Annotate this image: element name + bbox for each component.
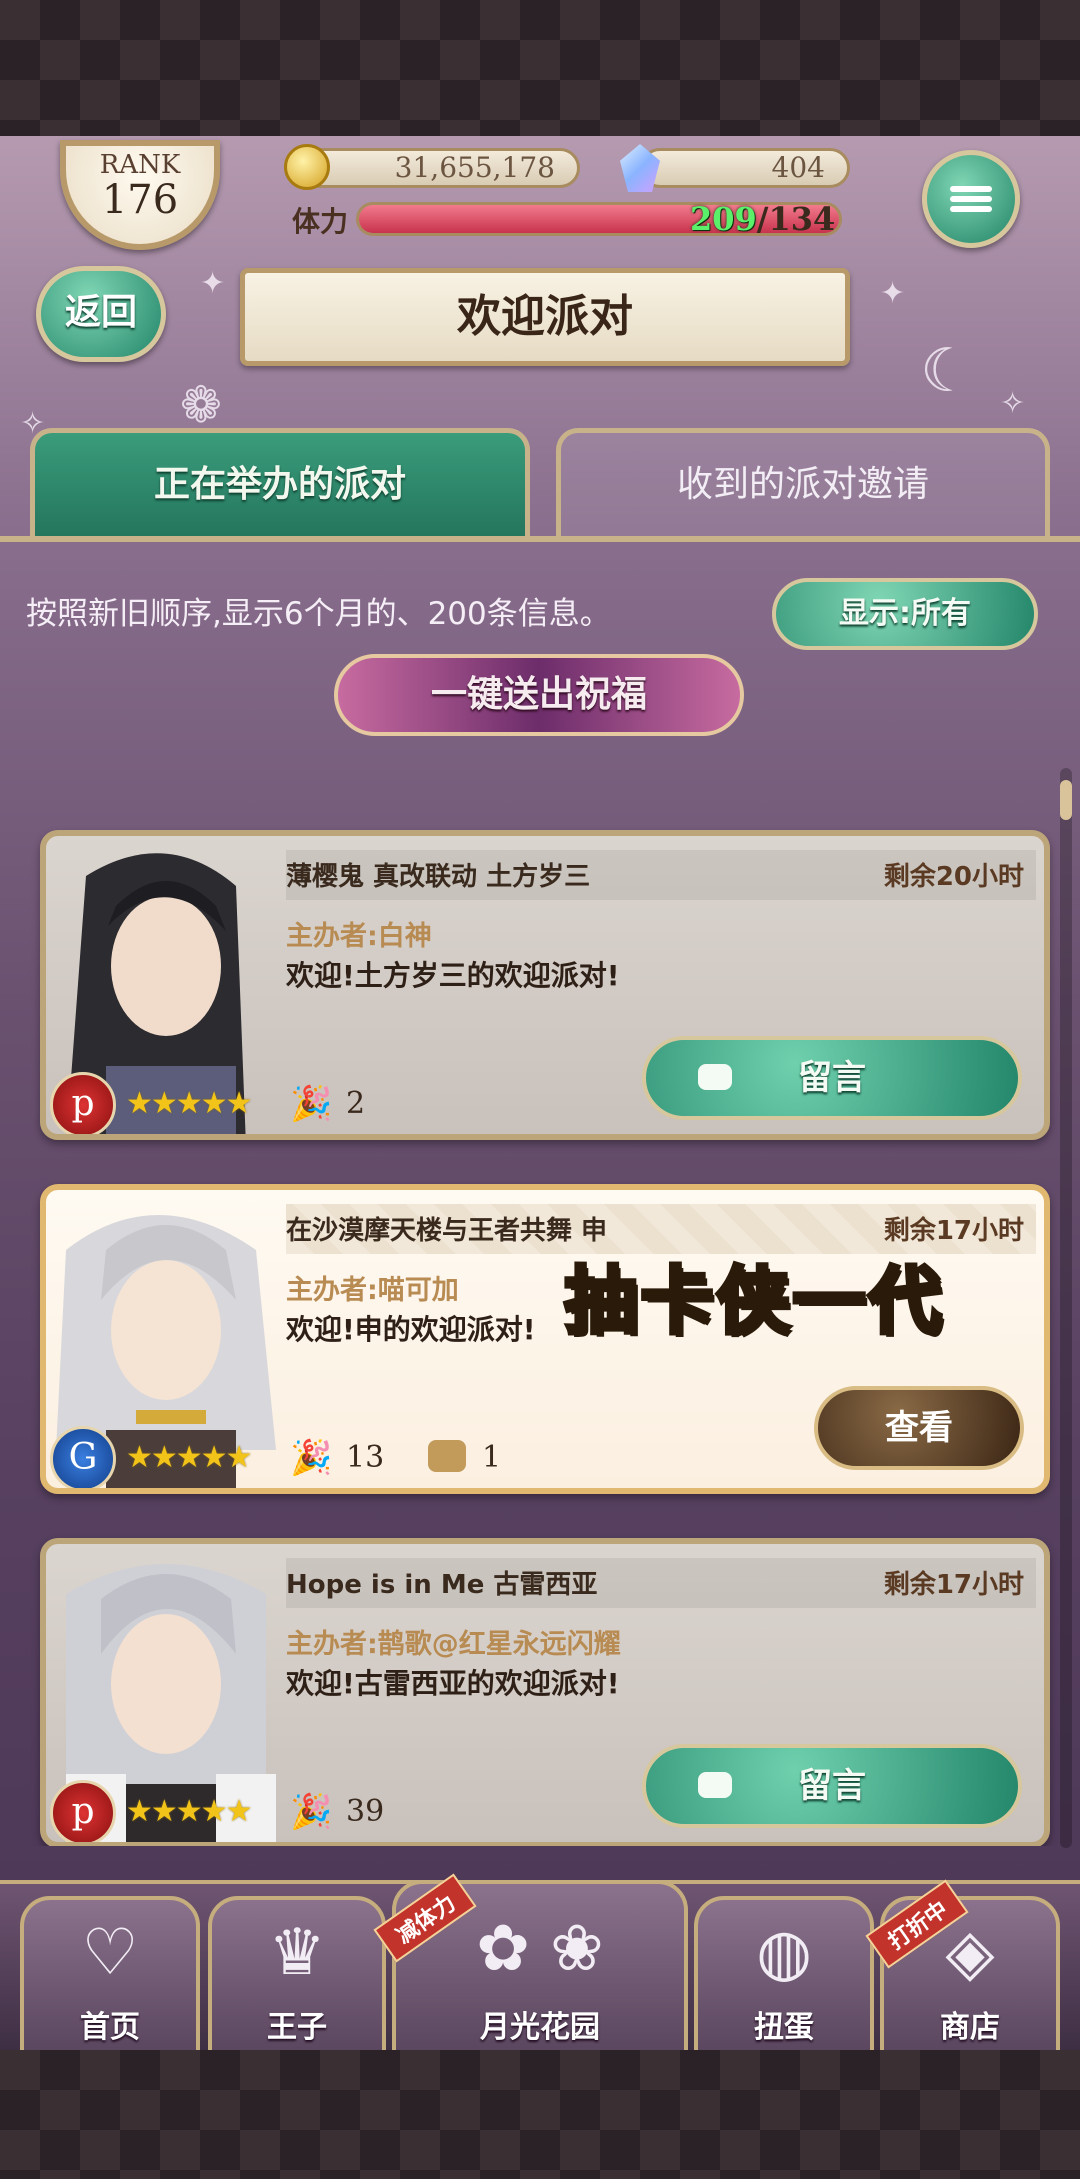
hamburger-icon <box>950 182 992 216</box>
rank-value: 176 <box>101 177 179 223</box>
sparkle-icon: ✧ <box>1000 386 1026 421</box>
event-title: Hope is in Me 古雷西亚 <box>286 1570 598 1600</box>
back-button[interactable]: 返回 <box>36 266 166 362</box>
comment-icon <box>428 1440 466 1472</box>
time-remaining: 剩余17小时 <box>883 1570 1024 1600</box>
welcome-message: 欢迎!申的欢迎派对! <box>286 1313 536 1346</box>
stamina-current: 209 <box>690 200 757 238</box>
tab-hosting-parties[interactable]: 正在举办的派对 <box>30 428 530 538</box>
coin-icon <box>284 144 330 190</box>
party-popper-icon: 🎉 <box>290 1792 333 1832</box>
rarity-stars: ★★★★★ <box>126 1440 252 1475</box>
welcome-message: 欢迎!土方岁三的欢迎派对! <box>286 959 620 992</box>
rarity-stars: ★★★★★ <box>126 1794 252 1829</box>
send-blessings-button[interactable]: 一键送出祝福 <box>334 654 744 736</box>
p-badge-icon: p <box>50 1780 116 1842</box>
nav-label: 扭蛋 <box>754 2010 814 2045</box>
nav-gacha[interactable]: ◍ 扭蛋 <box>694 1896 874 2056</box>
popper-count: 2 <box>346 1086 366 1121</box>
speech-bubble-icon <box>698 1772 732 1798</box>
stamina-readout: 209/134 <box>690 200 835 238</box>
gem-counter: 404 <box>640 148 850 188</box>
sparkle-icon: ✦ <box>200 266 226 301</box>
moon-icon: ☾ <box>920 336 974 406</box>
nav-label: 商店 <box>940 2010 1000 2045</box>
nav-prince[interactable]: ♛ 王子 <box>208 1896 386 2056</box>
party-popper-icon: 🎉 <box>290 1084 333 1124</box>
bottom-pattern-band <box>0 2050 1080 2179</box>
nav-home[interactable]: ♡ 首页 <box>20 1896 200 2056</box>
nav-label: 月光花园 <box>480 2010 600 2045</box>
scrollbar-thumb[interactable] <box>1060 780 1072 820</box>
rarity-stars: ★★★★★ <box>126 1086 252 1121</box>
comment-count: 1 <box>482 1440 502 1475</box>
top-pattern-band <box>0 0 1080 140</box>
rank-label: RANK <box>99 150 181 180</box>
party-card[interactable]: Hope is in Me 古雷西亚 剩余17小时 主办者:鹊歌@红星永远闪耀 … <box>40 1538 1050 1846</box>
flower-icon: ❁ <box>180 376 222 434</box>
view-button[interactable]: 查看 <box>814 1386 1024 1470</box>
host-name: 主办者:喵可加 <box>286 1275 459 1306</box>
info-text: 按照新旧顺序,显示6个月的、200条信息。 <box>26 596 611 632</box>
time-remaining: 剩余20小时 <box>883 862 1024 892</box>
welcome-message: 欢迎!古雷西亚的欢迎派对! <box>286 1667 620 1700</box>
leave-message-button[interactable]: 留言 <box>642 1744 1022 1828</box>
popper-count: 39 <box>346 1794 385 1829</box>
host-name: 主办者:鹊歌@红星永远闪耀 <box>286 1629 621 1660</box>
event-title: 薄樱鬼 真改联动 土方岁三 <box>286 862 591 892</box>
page-title: 欢迎派对 <box>240 268 850 366</box>
coin-counter: 31,655,178 <box>300 148 580 188</box>
gacha-icon: ◍ <box>756 1916 812 1990</box>
stamina-max: /134 <box>756 200 836 238</box>
menu-button[interactable] <box>922 150 1020 248</box>
sparkle-icon: ✦ <box>880 276 906 311</box>
g-badge-icon: G <box>50 1426 116 1488</box>
host-name: 主办者:白神 <box>286 921 432 952</box>
p-badge-icon: p <box>50 1072 116 1134</box>
button-label: 留言 <box>798 1766 866 1806</box>
filter-button[interactable]: 显示:所有 <box>772 578 1038 650</box>
event-title: 在沙漠摩天楼与王者共舞 申 <box>286 1216 608 1246</box>
party-popper-icon: 🎉 <box>290 1438 333 1478</box>
tab-divider <box>0 536 1080 542</box>
button-label: 留言 <box>798 1058 866 1098</box>
stamina-label: 体力 <box>292 205 349 238</box>
party-card[interactable]: 薄樱鬼 真改联动 土方岁三 剩余20小时 主办者:白神 欢迎!土方岁三的欢迎派对… <box>40 830 1050 1140</box>
heart-icon: ♡ <box>81 1916 139 1990</box>
leave-message-button[interactable]: 留言 <box>642 1036 1022 1120</box>
tab-received-invites[interactable]: 收到的派对邀请 <box>556 428 1050 538</box>
overlay-caption: 抽卡侠一代 <box>562 1257 946 1346</box>
popper-count: 13 <box>346 1440 385 1475</box>
nav-label: 王子 <box>267 2010 327 2045</box>
scrollbar-track[interactable] <box>1060 768 1072 1848</box>
crown-icon: ♛ <box>268 1916 326 1990</box>
speech-bubble-icon <box>698 1064 732 1090</box>
nav-label: 首页 <box>80 2010 140 2045</box>
